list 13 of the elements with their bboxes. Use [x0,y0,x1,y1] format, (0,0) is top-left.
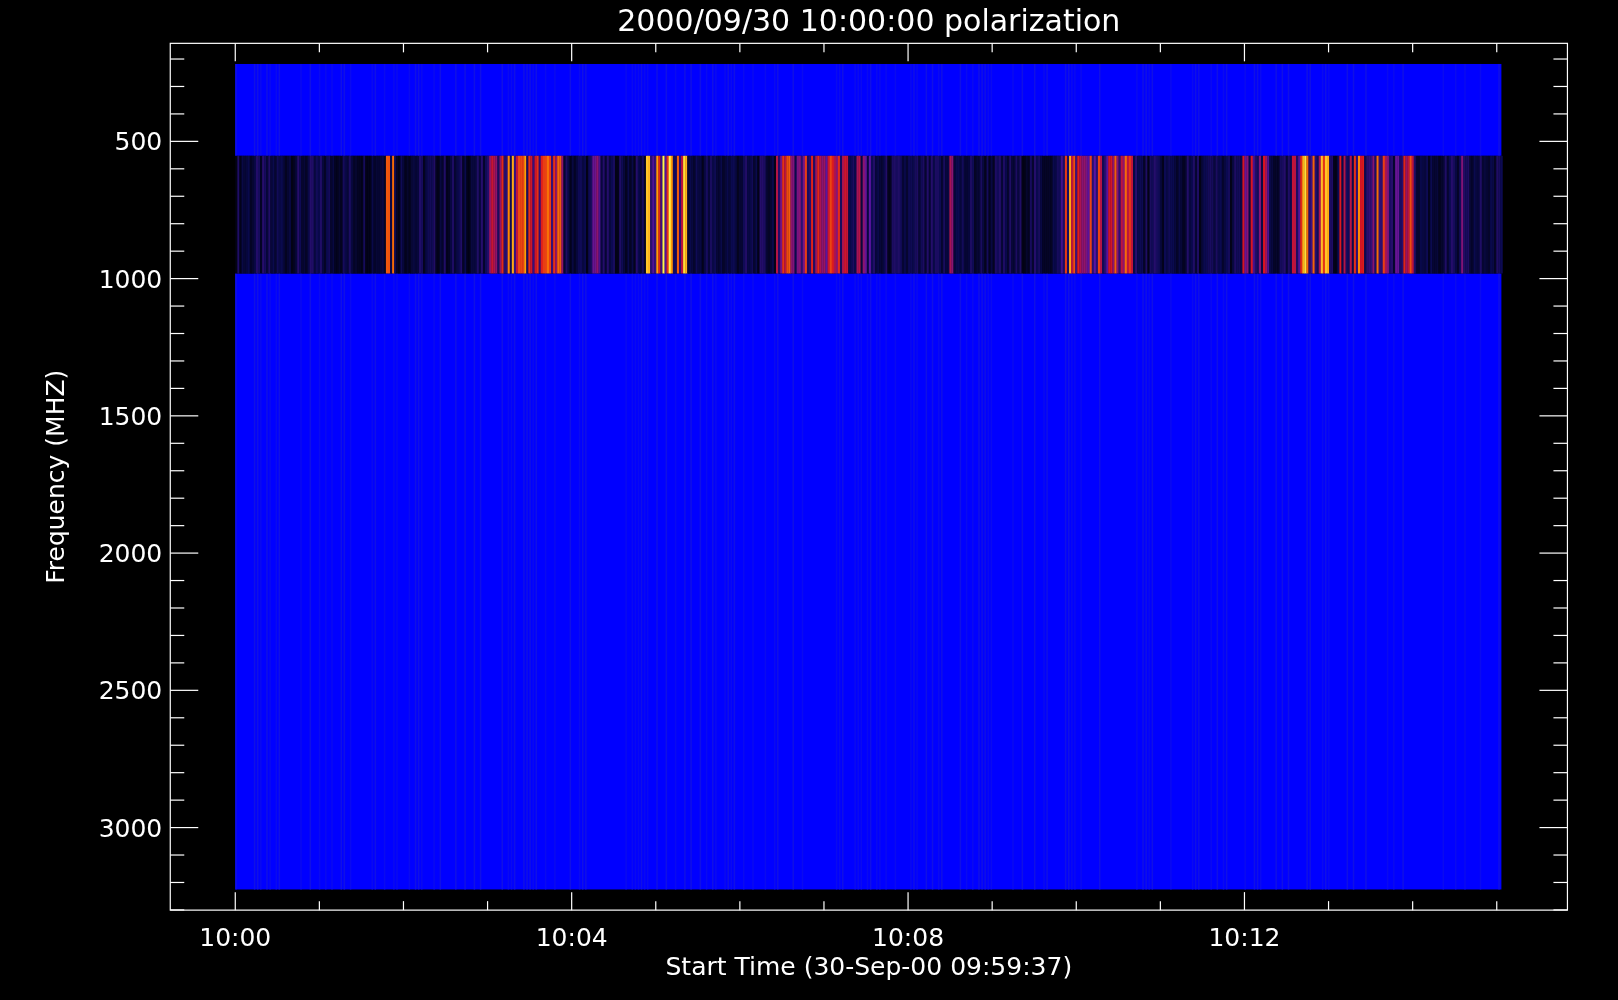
y-tick-label: 500 [114,127,163,157]
y-tick-label: 3000 [98,813,163,843]
y-tick-label: 1500 [98,401,163,431]
x-tick-label: 10:12 [1208,923,1281,952]
y-axis-label: Frequency (MHZ) [41,369,70,584]
y-tick-label: 2500 [98,676,163,706]
plot-title: 2000/09/30 10:00:00 polarization [617,3,1121,38]
x-tick-label: 10:04 [535,923,608,952]
x-tick-label: 10:00 [199,923,272,952]
x-tick-label: 10:08 [872,923,945,952]
x-axis-label: Start Time (30-Sep-00 09:59:37) [665,952,1073,981]
y-tick-label: 2000 [98,539,163,569]
y-tick-label: 1000 [98,264,163,294]
